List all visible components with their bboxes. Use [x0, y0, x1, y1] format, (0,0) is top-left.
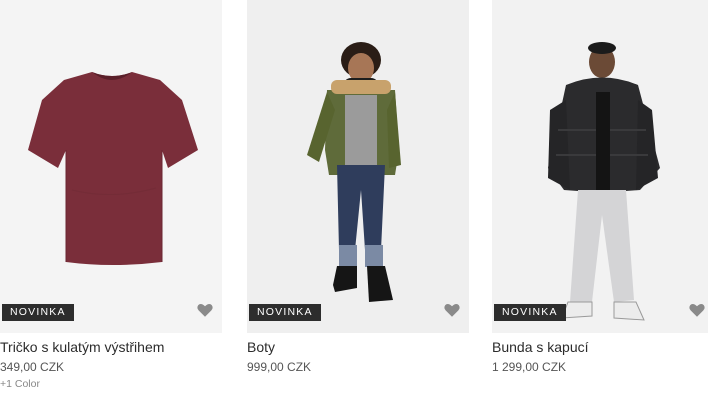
product-price: 999,00 CZK	[247, 360, 312, 374]
product-image-link[interactable]: NOVINKA	[0, 0, 222, 333]
product-price: 1 299,00 CZK	[492, 360, 567, 374]
product-card-3[interactable]: NOVINKA Bunda s kapucí 1 299,00 CZK	[492, 0, 708, 400]
model-puffer-jacket-image	[492, 0, 708, 333]
product-title[interactable]: Bunda s kapucí	[492, 339, 589, 355]
product-price: 349,00 CZK	[0, 360, 65, 374]
product-image-link[interactable]: NOVINKA	[492, 0, 708, 333]
new-badge: NOVINKA	[2, 304, 74, 321]
product-title[interactable]: Boty	[247, 339, 275, 355]
heart-icon[interactable]	[688, 301, 706, 319]
product-grid: NOVINKA Tričko s kulatým výstřihem 349,0…	[0, 0, 708, 400]
model-bomber-jacket-image	[247, 0, 469, 333]
product-image-link[interactable]: NOVINKA	[247, 0, 469, 333]
new-badge: NOVINKA	[249, 304, 321, 321]
heart-icon[interactable]	[196, 301, 214, 319]
product-title[interactable]: Tričko s kulatým výstřihem	[0, 339, 164, 355]
product-card-1[interactable]: NOVINKA Tričko s kulatým výstřihem 349,0…	[0, 0, 222, 400]
t-shirt-image	[0, 0, 222, 333]
heart-icon[interactable]	[443, 301, 461, 319]
color-count[interactable]: +1 Color	[0, 378, 40, 390]
new-badge: NOVINKA	[494, 304, 566, 321]
product-card-2[interactable]: NOVINKA Boty 999,00 CZK	[247, 0, 469, 400]
